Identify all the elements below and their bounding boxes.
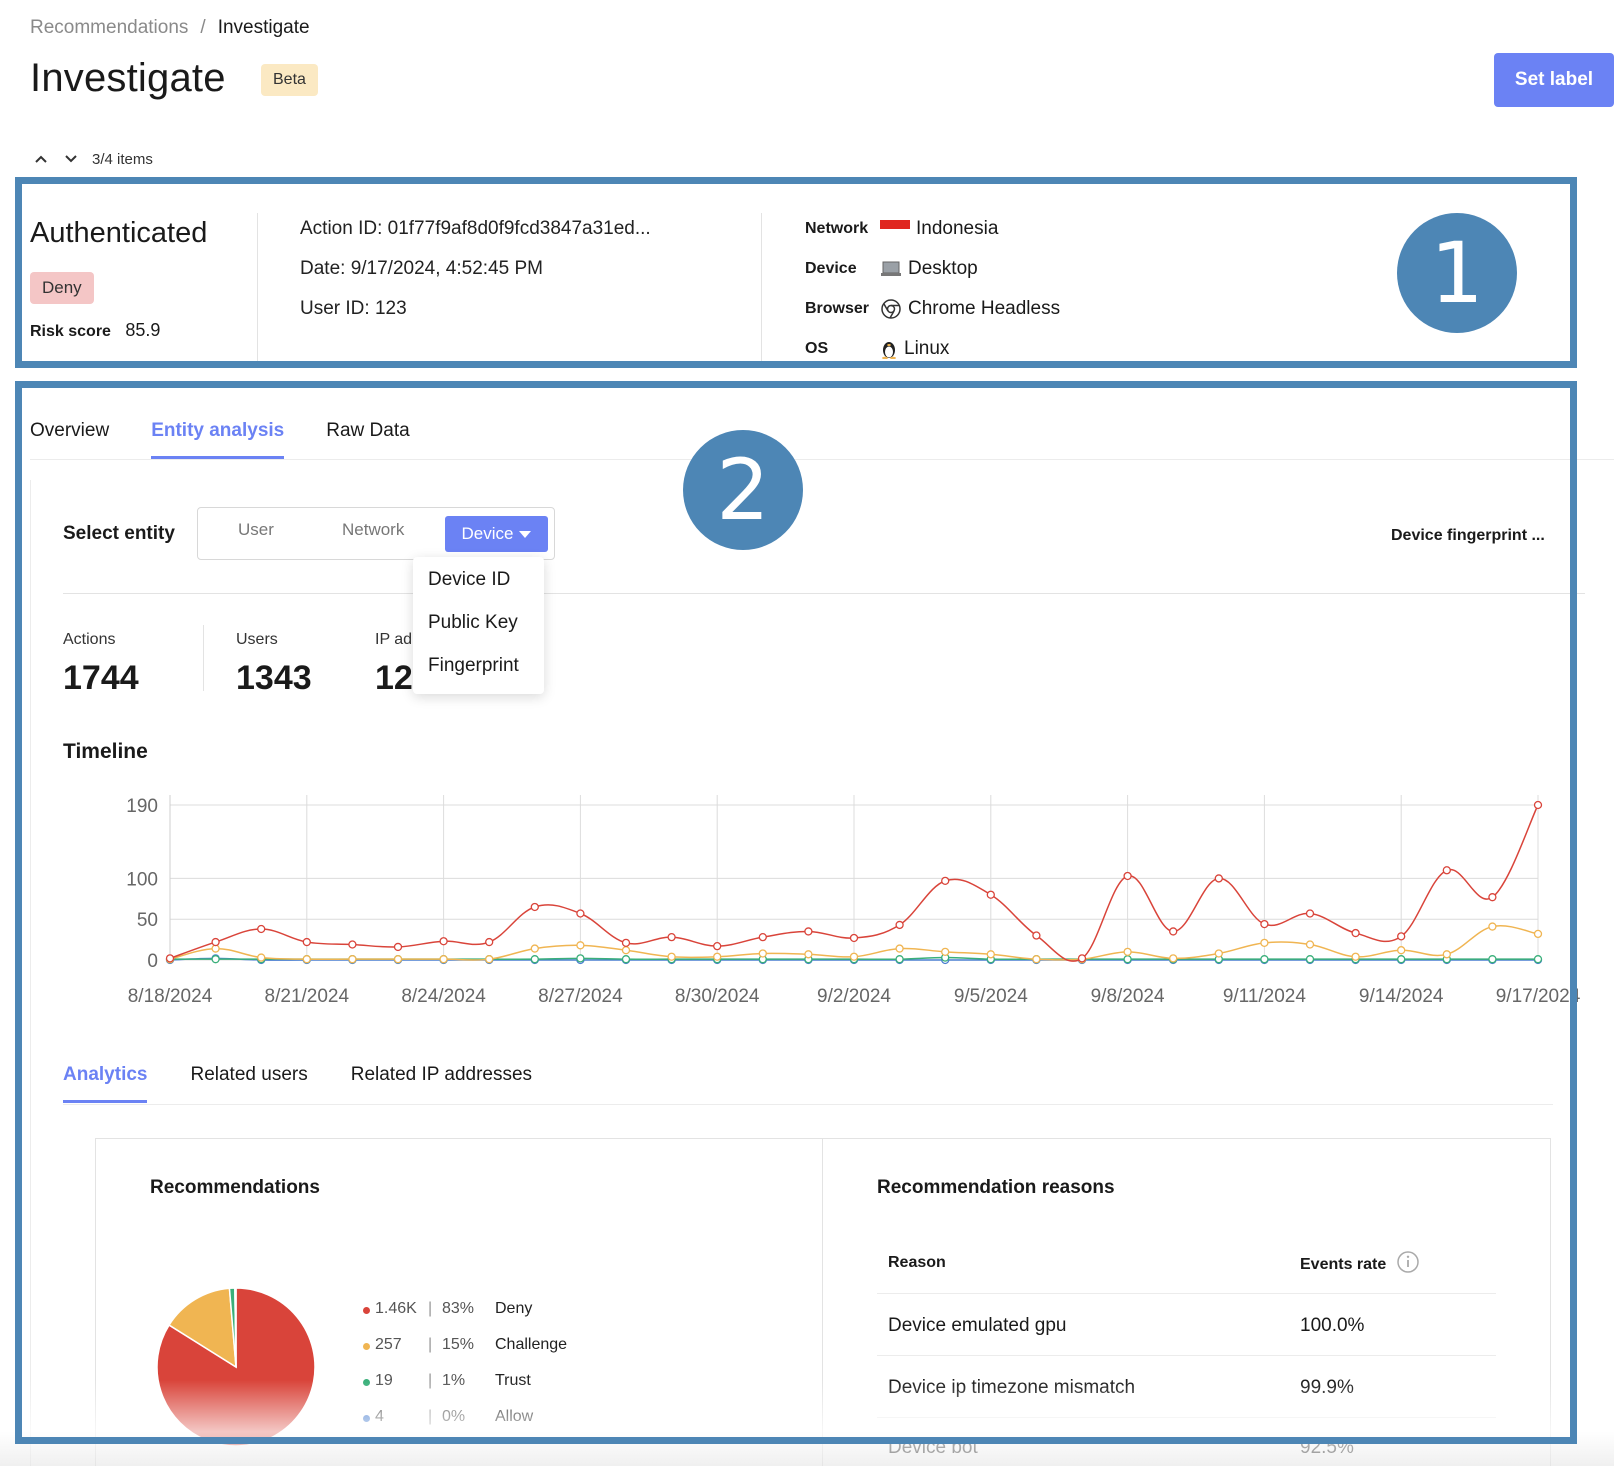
chevron-down-icon[interactable]	[62, 150, 80, 168]
breadcrumb-separator: /	[200, 17, 206, 38]
breadcrumb: Recommendations / Investigate	[30, 17, 310, 39]
set-label-button[interactable]: Set label	[1494, 53, 1614, 107]
annotation-step-2: 2	[683, 430, 803, 550]
pager-count: 3/4 items	[92, 150, 153, 168]
breadcrumb-current: Investigate	[217, 17, 310, 38]
chevron-up-icon[interactable]	[32, 150, 50, 168]
page-title: Investigate	[30, 56, 226, 100]
annotation-frame-1	[15, 177, 1577, 368]
beta-badge: Beta	[261, 64, 318, 96]
annotation-step-1: 1	[1397, 213, 1517, 333]
breadcrumb-recommendations-link[interactable]: Recommendations	[30, 17, 188, 39]
annotation-frame-2	[15, 381, 1577, 1444]
item-pager: 3/4 items	[32, 150, 153, 168]
